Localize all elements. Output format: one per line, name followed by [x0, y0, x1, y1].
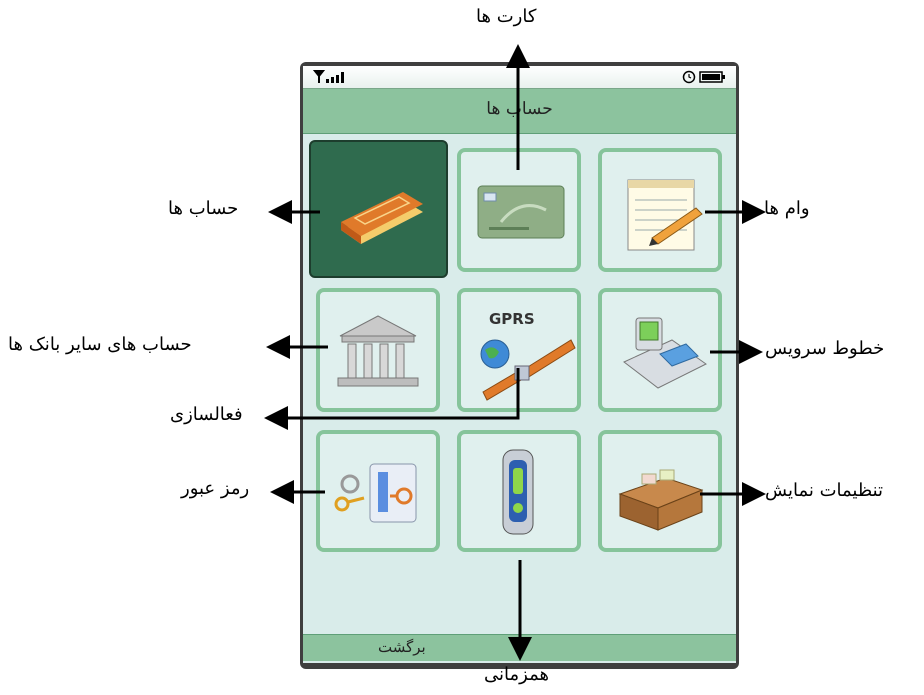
callout-loans: وام ها — [764, 198, 810, 219]
callout-cards: کارت ها — [476, 6, 537, 27]
arrow-activation — [264, 368, 520, 430]
callout-password: رمز عبور — [181, 478, 250, 499]
callout-sync: همزمانی — [484, 664, 549, 685]
callout-other-bank-accounts: حساب های سایر بانک ها — [8, 334, 192, 355]
callout-display-settings: تنظیمات نمایش — [765, 480, 884, 501]
callout-service-lines: خطوط سرویس — [765, 338, 885, 359]
callout-accounts: حساب ها — [168, 198, 239, 219]
callout-activation: فعالسازی — [170, 404, 243, 425]
